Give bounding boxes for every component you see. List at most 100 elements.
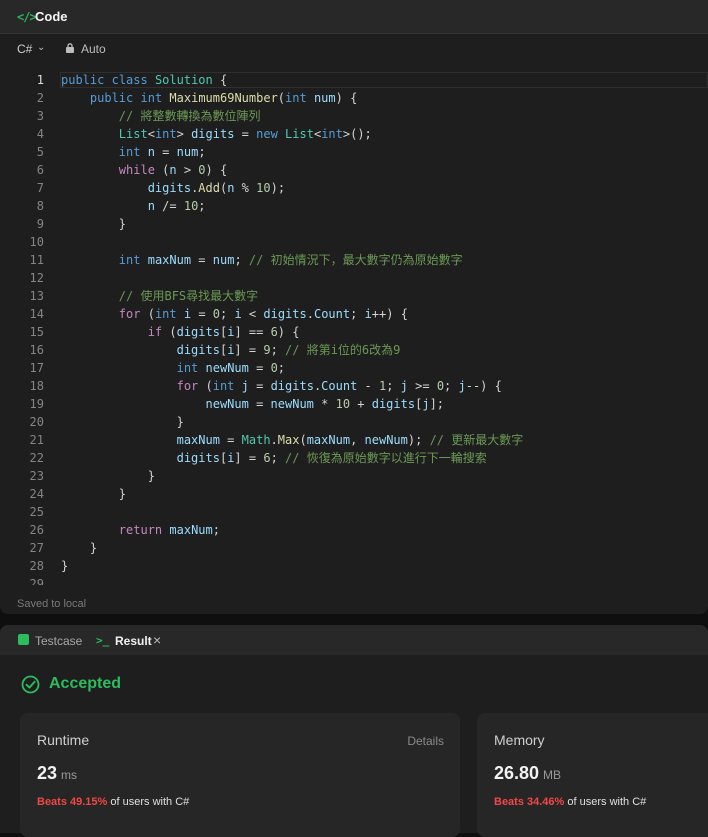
language-selector[interactable]: C# [17, 42, 32, 56]
code-header: </> Code [0, 0, 708, 34]
code-text: int newNum = 0; [61, 359, 285, 377]
code-text: } [61, 215, 126, 233]
code-editor[interactable]: 1 public class Solution {2 public int Max… [0, 70, 708, 585]
code-line[interactable]: 11 int maxNum = num; // 初始情況下，最大數字仍為原始數字 [0, 251, 708, 269]
code-token: for [176, 379, 199, 393]
code-token: public [61, 73, 105, 87]
line-number: 15 [29, 325, 44, 339]
code-token: < [241, 307, 264, 321]
code-text: } [61, 557, 68, 575]
code-line[interactable]: 15 if (digits[i] == 6) { [0, 323, 708, 341]
code-token: digits [176, 451, 220, 465]
code-line[interactable]: 18 for (int j = digits.Count - 1; j >= 0… [0, 377, 708, 395]
memory-card[interactable]: Memory 26.80 MB Beats 34.46% of users wit… [477, 713, 708, 837]
code-line[interactable]: 17 int newNum = 0; [0, 359, 708, 377]
code-line[interactable]: 20 } [0, 413, 708, 431]
line-number: 22 [29, 451, 44, 465]
code-line[interactable]: 5 int n = num; [0, 143, 708, 161]
code-line[interactable]: 8 n /= 10; [0, 197, 708, 215]
code-token: int [118, 145, 141, 159]
code-line[interactable]: 9 } [0, 215, 708, 233]
code-line[interactable]: 6 while (n > 0) { [0, 161, 708, 179]
code-token: // 初始情況下，最大數字仍為原始數字 [248, 253, 463, 267]
code-text: int n = num; [61, 143, 206, 161]
code-line[interactable]: 24 } [0, 485, 708, 503]
code-line[interactable]: 10 [0, 233, 708, 251]
code-line[interactable]: 22 digits[i] = 6; // 恢復為原始數字以進行下一輪搜索 [0, 449, 708, 467]
code-token: } [61, 469, 155, 483]
code-text: maxNum = Math.Max(maxNum, newNum); // 更新… [61, 431, 524, 449]
memory-beats-row: Beats 34.46% of users with C# [494, 796, 646, 808]
code-token: num [212, 253, 235, 267]
code-token: ; [277, 361, 286, 375]
code-line[interactable]: 13 // 使用BFS尋找最大數字 [0, 287, 708, 305]
code-line[interactable]: 14 for (int i = 0; i < digits.Count; i++… [0, 305, 708, 323]
runtime-card[interactable]: Runtime Details 23 ms Beats 49.15% of use… [20, 713, 460, 837]
code-token: ); [270, 181, 286, 195]
autosave-label[interactable]: Auto [81, 42, 106, 56]
chevron-down-icon[interactable]: ⌄ [37, 42, 45, 53]
code-token: ]; [429, 397, 445, 411]
code-token: n [147, 145, 155, 159]
code-line[interactable]: 28} [0, 557, 708, 575]
code-token: * [313, 397, 336, 411]
code-token: num [313, 91, 336, 105]
code-token: digits [263, 307, 307, 321]
code-line[interactable]: 12 [0, 269, 708, 287]
code-token: if [147, 325, 163, 339]
code-token: } [61, 541, 98, 555]
code-text: if (digits[i] == 6) { [61, 323, 300, 341]
runtime-label: Runtime [37, 732, 90, 748]
result-panel: Testcase >_ Result × Accepted Runtime De… [0, 625, 708, 837]
code-token: j [241, 379, 249, 393]
code-token: num [176, 145, 199, 159]
code-line[interactable]: 4 List<int> digits = new List<int>(); [0, 125, 708, 143]
code-line[interactable]: 25 [0, 503, 708, 521]
code-line[interactable]: 29 [0, 575, 708, 585]
line-number: 4 [36, 127, 44, 141]
code-token: ) { [277, 325, 300, 339]
code-line[interactable]: 2 public int Maximum69Number(int num) { [0, 89, 708, 107]
code-token: Maximum69Number [169, 91, 278, 105]
code-token: 6 [263, 451, 271, 465]
line-number: 6 [36, 163, 44, 177]
code-token: % [234, 181, 257, 195]
code-line[interactable]: 1 public class Solution { [0, 71, 708, 89]
code-token: = [248, 397, 271, 411]
code-text: n /= 10; [61, 197, 206, 215]
code-line[interactable]: 19 newNum = newNum * 10 + digits[j]; [0, 395, 708, 413]
code-line[interactable]: 23 } [0, 467, 708, 485]
code-token: 10 [256, 181, 271, 195]
line-number: 17 [29, 361, 44, 375]
tab-result[interactable]: Result [115, 634, 152, 648]
code-line[interactable]: 21 maxNum = Math.Max(maxNum, newNum); //… [0, 431, 708, 449]
code-line[interactable]: 27 } [0, 539, 708, 557]
memory-unit: MB [543, 768, 562, 782]
close-icon[interactable]: × [153, 632, 161, 648]
code-text: digits[i] = 6; // 恢復為原始數字以進行下一輪搜索 [61, 449, 487, 467]
tab-testcase[interactable]: Testcase [35, 634, 82, 648]
code-line[interactable]: 7 digits.Add(n % 10); [0, 179, 708, 197]
code-line[interactable]: 16 digits[i] = 9; // 將第i位的6改為9 [0, 341, 708, 359]
lock-icon [66, 43, 74, 53]
code-token: ( [154, 163, 170, 177]
details-link[interactable]: Details [407, 734, 444, 748]
code-line[interactable]: 26 return maxNum; [0, 521, 708, 539]
code-token: class [111, 73, 148, 87]
line-number: 20 [29, 415, 44, 429]
code-token: . [270, 433, 278, 447]
code-token: = [248, 361, 271, 375]
code-line[interactable]: 3 // 將整數轉換為數位陣列 [0, 107, 708, 125]
code-token: digits [371, 397, 416, 411]
line-number: 24 [29, 487, 44, 501]
